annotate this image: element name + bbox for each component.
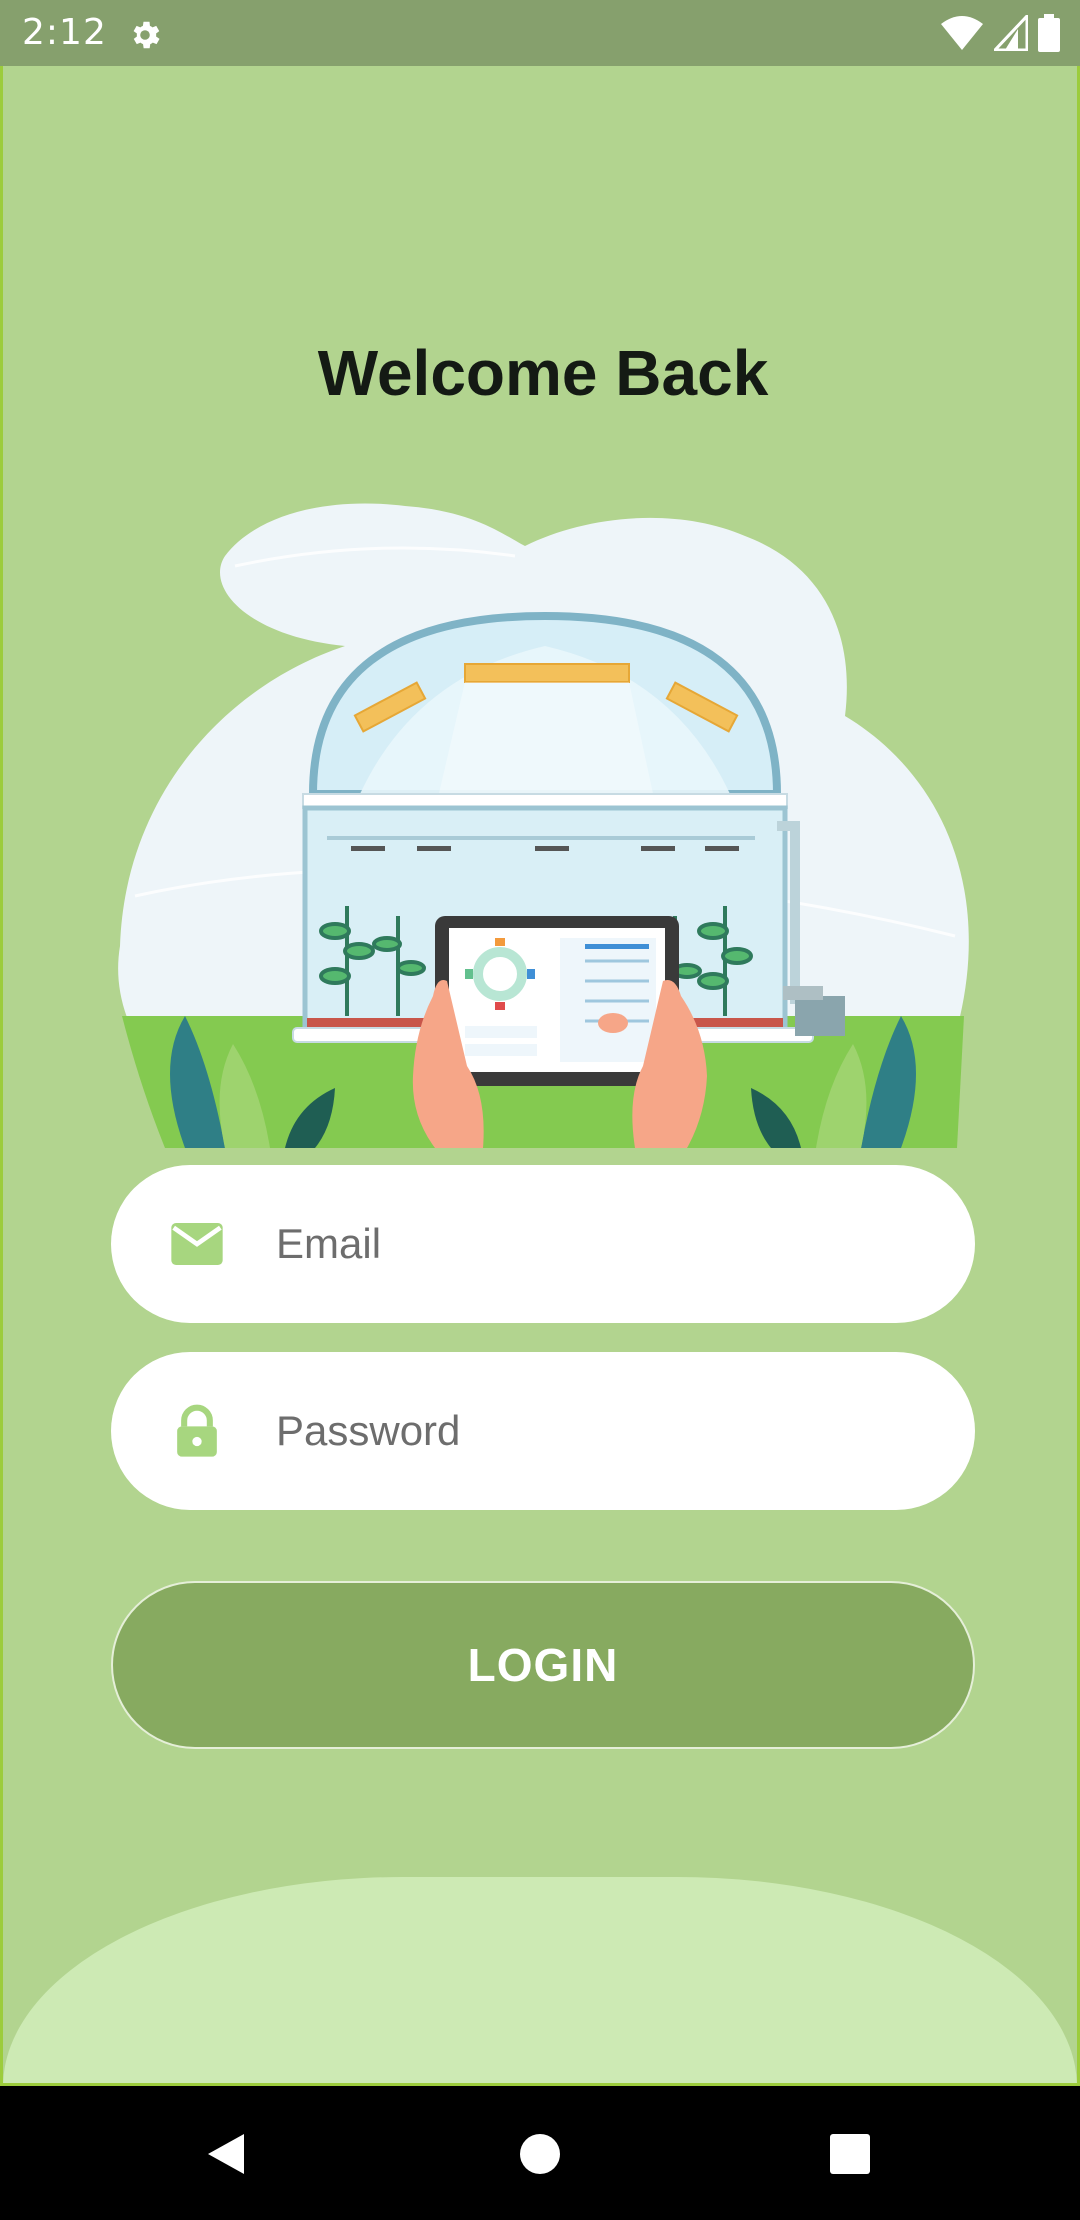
- status-time: 2:12: [22, 12, 107, 53]
- gear-icon: [133, 21, 160, 49]
- battery-icon: [1038, 14, 1060, 52]
- login-screen: Welcome Back Email LOGIN: [0, 66, 1080, 2086]
- password-input[interactable]: [276, 1352, 916, 1510]
- email-field[interactable]: [111, 1165, 975, 1323]
- home-icon[interactable]: [510, 2124, 570, 2184]
- greenhouse-tablet-illustration: [118, 503, 969, 1148]
- signal-icon: [994, 15, 1028, 51]
- bottom-wave: [3, 1877, 1077, 2083]
- password-field[interactable]: [111, 1352, 975, 1510]
- wifi-icon: [941, 16, 983, 50]
- login-button[interactable]: LOGIN: [111, 1581, 975, 1749]
- email-input[interactable]: [276, 1165, 916, 1323]
- email-icon: [171, 1223, 223, 1265]
- page-title: Welcome Back: [317, 337, 769, 409]
- status-bar: 2:12: [0, 0, 1080, 66]
- recents-icon[interactable]: [820, 2124, 880, 2184]
- lock-icon: [177, 1404, 217, 1457]
- nav-bar: [0, 2086, 1080, 2220]
- screen: 2:12 Welcome Back Email LOGIN: [0, 0, 1080, 2220]
- back-icon[interactable]: [196, 2124, 256, 2184]
